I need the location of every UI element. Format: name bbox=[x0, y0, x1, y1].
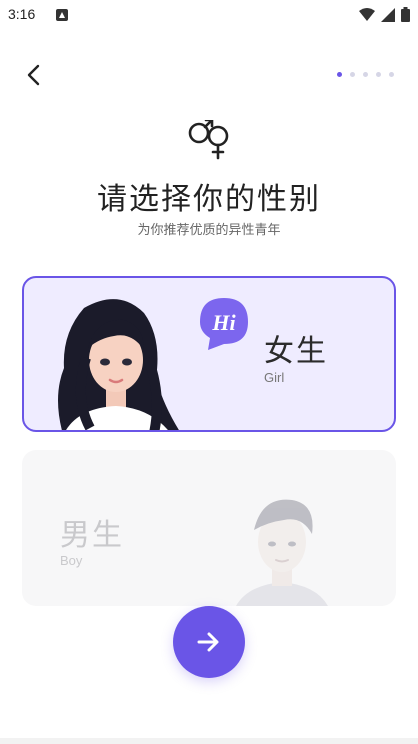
step-indicator bbox=[337, 72, 394, 77]
back-button[interactable] bbox=[18, 60, 48, 90]
page-title: 请选择你的性别 bbox=[97, 182, 321, 217]
male-sub-label: Boy bbox=[60, 553, 83, 568]
bottom-bar bbox=[0, 738, 418, 744]
status-time: 3:16 bbox=[8, 6, 36, 22]
step-dot bbox=[376, 72, 381, 77]
female-label: 女生 bbox=[264, 334, 328, 369]
girl-illustration bbox=[58, 299, 179, 430]
female-option-card[interactable]: Hi 女生 Girl bbox=[22, 276, 396, 432]
step-dot bbox=[363, 72, 368, 77]
wifi-icon bbox=[359, 7, 375, 21]
hi-badge-text: Hi bbox=[211, 310, 236, 335]
gender-symbol-icon bbox=[188, 120, 229, 160]
arrow-right-icon bbox=[197, 632, 219, 652]
status-icons bbox=[359, 7, 410, 22]
step-dot bbox=[350, 72, 355, 77]
status-bar: 3:16 bbox=[0, 0, 418, 30]
step-dot-active bbox=[337, 72, 342, 77]
male-label: 男生 bbox=[60, 518, 124, 553]
page-subtitle: 为你推荐优质的异性青年 bbox=[137, 223, 281, 238]
signal-icon bbox=[381, 7, 395, 22]
hi-chat-bubble-icon: Hi bbox=[200, 298, 248, 350]
notification-app-icon bbox=[56, 9, 68, 21]
next-button[interactable] bbox=[173, 606, 245, 678]
male-option-card[interactable]: 男生 Boy bbox=[22, 450, 396, 606]
battery-icon bbox=[401, 7, 410, 22]
female-sub-label: Girl bbox=[264, 370, 285, 385]
step-dot bbox=[389, 72, 394, 77]
chevron-left-icon bbox=[27, 64, 40, 86]
boy-illustration bbox=[236, 499, 328, 606]
